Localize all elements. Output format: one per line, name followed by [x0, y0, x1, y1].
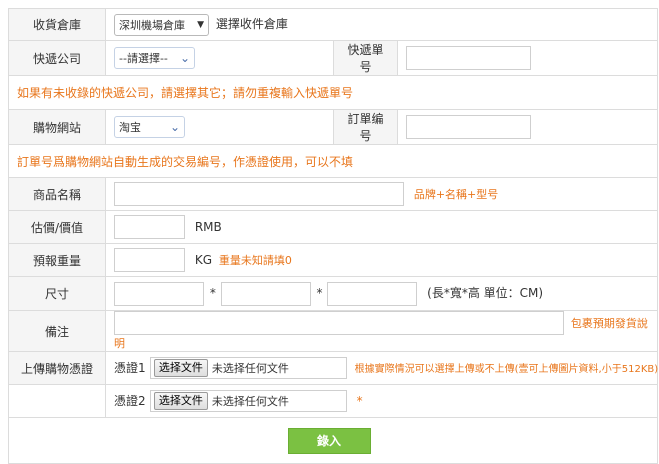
courier-note: 如果有未收錄的快遞公司，請選擇其它；請勿重複輸入快遞單号 — [7, 75, 659, 110]
product-name-label: 商品名稱 — [8, 177, 106, 211]
size-row: 尺寸 * * (長*寬*高 單位：CM) — [8, 276, 659, 311]
courier-label: 快遞公司 — [8, 40, 106, 76]
upload-label: 上傳購物憑證 — [8, 351, 106, 385]
size-unit: (長*寬*高 單位：CM) — [427, 286, 544, 300]
size-separator: * — [209, 286, 216, 300]
warehouse-selected: 深圳機場倉庫 — [119, 18, 185, 32]
courier-selected: --請選擇-- — [119, 52, 168, 65]
courier-row: 快遞公司 --請選擇-- ⌄ 快遞單号 — [8, 40, 659, 76]
size-cell: * * (長*寬*高 單位：CM) — [104, 276, 659, 311]
upload-hint: 根據實際情況可以選擇上傳或不上傳(壹可上傳圖片資料,小于512KB) — [354, 363, 659, 375]
weight-row: 預報重量 KG 重量未知請填0 — [8, 243, 659, 277]
weight-hint: 重量未知請填0 — [218, 253, 292, 267]
warehouse-label: 收貨倉庫 — [8, 8, 106, 41]
shopping-site-selected: 淘宝 — [119, 121, 141, 134]
price-row: 估價/價值 RMB — [8, 210, 659, 244]
weight-cell: KG 重量未知請填0 — [104, 243, 659, 277]
courier-cell: --請選擇-- ⌄ — [105, 40, 334, 76]
required-star: * — [356, 393, 363, 408]
warehouse-select[interactable]: 深圳機場倉庫 ▼ — [114, 13, 209, 36]
no-file-text: 未选择任何文件 — [211, 362, 289, 375]
order-label: 訂單编号 — [333, 109, 398, 145]
remark-input[interactable] — [114, 311, 564, 335]
remark-label: 備注 — [8, 310, 106, 352]
upload-label-empty — [8, 384, 106, 418]
product-name-cell: 品牌+名稱+型号 — [104, 177, 659, 211]
size-label: 尺寸 — [8, 276, 106, 311]
order-cell — [396, 109, 659, 145]
shopping-site-note: 訂單号爲購物網站自動生成的交易編号，作憑證使用，可以不填 — [7, 144, 659, 178]
cert1-label: 憑證1 — [114, 360, 146, 375]
dropdown-arrow-icon: ▼ — [197, 19, 204, 30]
shopping-site-select[interactable]: 淘宝 ⌄ — [114, 116, 185, 138]
weight-label: 預報重量 — [8, 243, 106, 277]
product-name-row: 商品名稱 品牌+名稱+型号 — [8, 177, 659, 211]
price-unit: RMB — [194, 219, 222, 234]
price-cell: RMB — [104, 210, 659, 244]
size-separator: * — [316, 286, 323, 300]
tracking-cell — [396, 40, 659, 76]
price-label: 估價/價值 — [8, 210, 106, 244]
product-name-input[interactable] — [114, 182, 404, 206]
form-table: 收貨倉庫 深圳機場倉庫 ▼ 選擇收件倉庫 快遞公司 --請選擇-- ⌄ 快遞單号… — [7, 8, 659, 464]
cert2-label: 憑證2 — [114, 393, 146, 408]
cert1-file-input[interactable]: 选择文件 未选择任何文件 — [149, 357, 347, 379]
order-input[interactable] — [406, 115, 531, 139]
remark-row: 備注 包裹預期發貨說明 — [8, 310, 659, 352]
warehouse-suffix: 選擇收件倉庫 — [215, 17, 288, 31]
warehouse-cell: 深圳機場倉庫 ▼ 選擇收件倉庫 — [104, 8, 659, 41]
price-input[interactable] — [114, 215, 185, 239]
shopping-site-label: 購物網站 — [8, 109, 106, 145]
weight-input[interactable] — [114, 248, 185, 272]
shopping-site-row: 購物網站 淘宝 ⌄ 訂單编号 — [8, 109, 659, 145]
chevron-down-icon: ⌄ — [169, 120, 180, 134]
order-entry-form: 收貨倉庫 深圳機場倉庫 ▼ 選擇收件倉庫 快遞公司 --請選擇-- ⌄ 快遞單号… — [0, 0, 659, 464]
shopping-site-note-row: 訂單号爲購物網站自動生成的交易編号，作憑證使用，可以不填 — [7, 144, 659, 178]
upload-cell-2: 憑證2 选择文件 未选择任何文件 * — [104, 384, 659, 418]
courier-select[interactable]: --請選擇-- ⌄ — [114, 47, 195, 69]
choose-file-button[interactable]: 选择文件 — [153, 359, 208, 377]
submit-button[interactable]: 錄入 — [287, 427, 371, 454]
warehouse-row: 收貨倉庫 深圳機場倉庫 ▼ 選擇收件倉庫 — [8, 8, 659, 41]
cert2-file-input[interactable]: 选择文件 未选择任何文件 — [149, 390, 347, 412]
upload-row-1: 上傳購物憑證 憑證1 选择文件 未选择任何文件 根據實際情況可以選擇上傳或不上傳… — [8, 351, 659, 385]
shopping-site-cell: 淘宝 ⌄ — [105, 109, 334, 145]
no-file-text: 未选择任何文件 — [211, 395, 289, 408]
chevron-down-icon: ⌄ — [179, 51, 190, 65]
size-height-input[interactable] — [327, 281, 418, 306]
remark-cell: 包裹預期發貨說明 — [104, 310, 659, 352]
product-name-hint: 品牌+名稱+型号 — [413, 187, 499, 201]
size-width-input[interactable] — [220, 281, 311, 306]
upload-row-2: 憑證2 选择文件 未选择任何文件 * — [8, 384, 659, 418]
weight-unit: KG — [194, 252, 212, 267]
courier-note-row: 如果有未收錄的快遞公司，請選擇其它；請勿重複輸入快遞單号 — [7, 75, 659, 110]
size-length-input[interactable] — [114, 281, 204, 306]
upload-cell-1: 憑證1 选择文件 未选择任何文件 根據實際情況可以選擇上傳或不上傳(壹可上傳圖片… — [104, 351, 659, 385]
tracking-input[interactable] — [406, 46, 531, 70]
tracking-label: 快遞單号 — [333, 40, 398, 76]
choose-file-button[interactable]: 选择文件 — [153, 392, 208, 410]
